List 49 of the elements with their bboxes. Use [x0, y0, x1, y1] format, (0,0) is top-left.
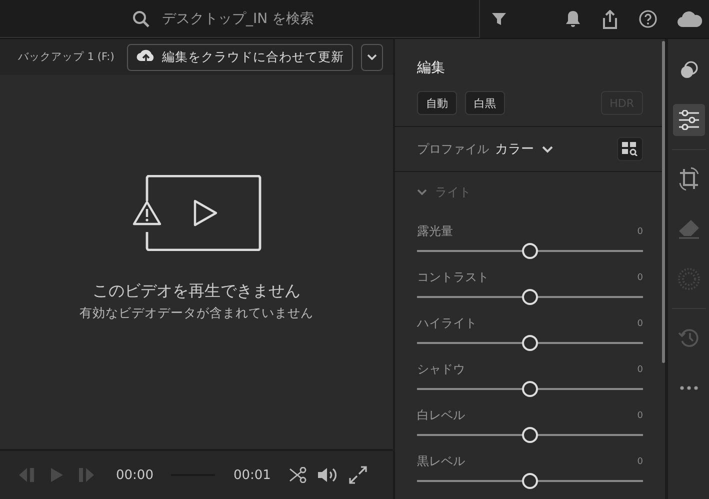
slider-value: 0	[637, 226, 643, 236]
bell-icon[interactable]	[565, 10, 581, 28]
help-icon[interactable]	[639, 10, 657, 28]
cloud-icon[interactable]	[677, 10, 703, 28]
fullscreen-icon[interactable]	[348, 466, 367, 484]
slider-thumb[interactable]	[522, 335, 538, 351]
slider-value: 0	[637, 410, 643, 420]
chevron-down-icon	[366, 54, 377, 60]
current-time: 00:00	[116, 468, 154, 482]
preset-button[interactable]: 白黒	[465, 91, 505, 115]
sliders-icon[interactable]	[672, 104, 704, 136]
search-icon	[132, 10, 150, 28]
video-error-icon	[132, 175, 262, 251]
profile-browser-button[interactable]	[617, 137, 643, 161]
slider-thumb[interactable]	[522, 473, 538, 489]
error-message: 有効なビデオデータが含まれていません	[80, 305, 314, 322]
slider-value: 0	[637, 272, 643, 282]
chevron-down-icon	[417, 189, 427, 196]
sync-button[interactable]: 編集をクラウドに合わせて更新	[126, 44, 353, 70]
slider-label: ハイライト	[417, 315, 477, 332]
scrollbar[interactable]	[662, 41, 665, 363]
slider-label: シャドウ	[417, 361, 465, 378]
preset-button[interactable]: 自動	[417, 91, 457, 115]
duration-time: 00:01	[233, 468, 271, 482]
chevron-down-icon	[542, 146, 553, 152]
slider-label: 白レベル	[417, 407, 465, 424]
slider-label: コントラスト	[417, 269, 489, 286]
error-title: このビデオを再生できません	[92, 281, 300, 302]
slider-thumb[interactable]	[522, 381, 538, 397]
grid-search-icon	[622, 142, 638, 156]
scissors-icon[interactable]	[288, 467, 307, 483]
drive-title: バックアップ 1 (F:)	[18, 50, 116, 64]
panel-title: 編集	[417, 59, 446, 77]
volume-icon[interactable]	[316, 466, 339, 484]
profile-dropdown[interactable]: カラー	[495, 140, 553, 158]
filter-icon[interactable]	[492, 12, 506, 26]
slider-value: 0	[637, 456, 643, 466]
slider-thumb[interactable]	[522, 427, 538, 443]
search-field[interactable]: デスクトップ_IN を検索	[0, 0, 480, 38]
slider-value: 0	[637, 318, 643, 328]
profile-label: プロファイル	[417, 140, 489, 158]
slider-label: 黒レベル	[417, 453, 465, 470]
dropdown-button[interactable]	[360, 44, 383, 70]
slider-label: 露光量	[417, 223, 453, 240]
slider-thumb[interactable]	[522, 289, 538, 305]
search-input[interactable]: デスクトップ_IN を検索	[160, 10, 464, 28]
slider-thumb[interactable]	[522, 243, 538, 259]
share-icon[interactable]	[601, 10, 619, 28]
slider-value: 0	[637, 364, 643, 374]
